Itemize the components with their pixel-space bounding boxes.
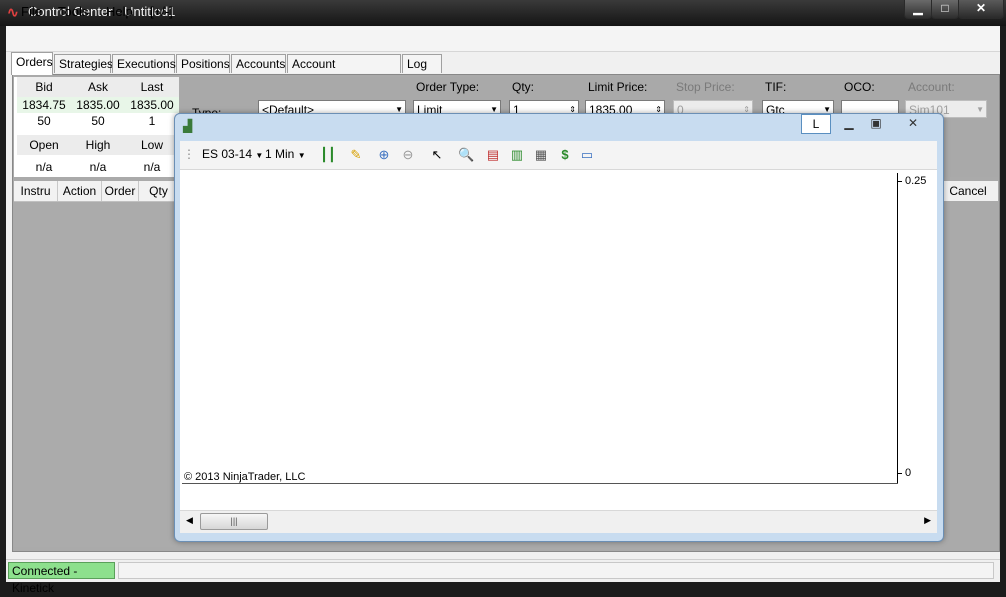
scroll-right-icon[interactable]: ▶: [924, 515, 931, 526]
bid-size: 50: [37, 114, 51, 128]
data-box-icon[interactable]: ▭: [579, 147, 595, 163]
menu-tools[interactable]: Tools: [58, 4, 88, 19]
copyright-text: © 2013 NinjaTrader, LLC: [184, 471, 306, 483]
close-icon: ✕: [975, 1, 987, 15]
tab-executions[interactable]: Executions: [112, 54, 176, 73]
ask-size: 50: [91, 114, 105, 128]
low-header: Low: [125, 135, 179, 155]
tif-label: TIF:: [765, 80, 787, 94]
close-icon: ✕: [907, 116, 919, 130]
oco-label: OCO:: [844, 80, 875, 94]
last-header: Last: [125, 77, 179, 97]
tab-log[interactable]: Log: [402, 54, 442, 73]
chevron-down-icon: ▼: [255, 151, 264, 160]
bid-header: Bid: [17, 77, 71, 97]
chart-plot-area[interactable]: [180, 170, 937, 510]
link-button[interactable]: L: [801, 114, 831, 134]
time-axis-line: [182, 483, 898, 484]
scroll-left-icon[interactable]: ◀: [186, 515, 193, 526]
limit-price-label: Limit Price:: [588, 80, 648, 94]
cursor-pointer-icon[interactable]: ↖: [429, 147, 445, 163]
status-bar-panel: [118, 562, 994, 579]
column-instrument[interactable]: Instru: [14, 181, 58, 201]
restore-icon: ▣: [870, 116, 882, 130]
bid-price: 1834.75: [17, 97, 71, 113]
pencil-draw-icon[interactable]: ✎: [348, 147, 364, 163]
menu-help[interactable]: Help: [106, 4, 133, 19]
zoom-in-icon[interactable]: ⊕: [376, 147, 392, 163]
low-value: n/a: [143, 160, 161, 174]
candlestick-icon[interactable]: ┃┃: [320, 147, 336, 163]
minimize-icon: ▁: [844, 116, 854, 130]
dollar-icon[interactable]: $: [557, 147, 573, 163]
close-button[interactable]: ✕: [958, 0, 1004, 19]
y-tick-label: 0: [905, 467, 912, 479]
y-tick-label: 0.25: [905, 175, 927, 187]
tab-orders[interactable]: Orders: [11, 52, 53, 75]
scrollbar-thumb[interactable]: |||: [200, 513, 268, 530]
menu-file[interactable]: File: [21, 4, 42, 19]
open-header: Open: [17, 135, 71, 155]
chevron-down-icon: ▼: [976, 105, 984, 114]
indicators-icon[interactable]: ▤: [485, 147, 501, 163]
order-grid-body: [14, 202, 178, 547]
tab-positions[interactable]: Positions: [176, 54, 230, 73]
magnifier-icon[interactable]: 🔍: [458, 147, 474, 163]
account-label: Account:: [908, 80, 955, 94]
menu-bar: [6, 27, 1000, 52]
ask-price: 1835.00: [71, 97, 125, 113]
column-qty[interactable]: Qty: [139, 181, 178, 201]
stop-price-label: Stop Price:: [676, 80, 735, 94]
ask-header: Ask: [71, 77, 125, 97]
column-action[interactable]: Action: [58, 181, 102, 201]
chart-properties-icon[interactable]: ▦: [533, 147, 549, 163]
high-value: n/a: [89, 160, 107, 174]
interval-selector[interactable]: 1 Min ▼: [265, 147, 306, 161]
order-type-label: Order Type:: [416, 80, 480, 94]
cancel-button[interactable]: Cancel: [938, 181, 998, 201]
instrument-selector[interactable]: ES 03-14 ▼: [202, 147, 263, 161]
qty-label: Qty:: [512, 80, 535, 94]
maximize-icon: □: [941, 1, 949, 15]
y-tick-mark: [897, 473, 902, 474]
connection-status: Connected - Kinetick: [8, 562, 115, 595]
tab-strategies[interactable]: Strategies: [54, 54, 113, 73]
instrument-label: ES 03-14: [202, 147, 253, 161]
last-size: 1: [148, 114, 156, 128]
menu-expand-collapse[interactable]: [+/-]: [150, 4, 173, 19]
high-header: High: [71, 135, 125, 155]
minimize-button[interactable]: ▁: [904, 0, 932, 19]
open-value: n/a: [35, 160, 53, 174]
toolbar-grip-icon: ⋮: [183, 147, 195, 161]
order-grid-header: Instru Action Order Qty: [14, 181, 178, 202]
zoom-out-icon[interactable]: ⊖: [400, 147, 416, 163]
strategies-icon[interactable]: ▥: [509, 147, 525, 163]
chevron-down-icon: ▼: [297, 151, 306, 160]
price-axis-line: [897, 173, 898, 483]
last-price: 1835.00: [125, 97, 179, 113]
interval-label: 1 Min: [265, 147, 295, 161]
chart-maximize-button[interactable]: ▣: [865, 115, 887, 131]
horizontal-scrollbar[interactable]: ◀ ▶: [180, 510, 937, 533]
chart-close-button[interactable]: ✕: [897, 115, 929, 131]
chart-window-icon: ▟: [183, 119, 193, 133]
chart-minimize-button[interactable]: ▁: [838, 115, 860, 131]
tab-accounts[interactable]: Accounts: [231, 54, 286, 73]
chart-toolbar: ⋮ ES 03-14 ▼ 1 Min ▼ ┃┃ ✎ ⊕ ⊖ ↖ 🔍 ▤ ▥ ▦ …: [180, 141, 937, 170]
tab-account-performance[interactable]: Account Performance: [287, 54, 401, 90]
column-order[interactable]: Order: [102, 181, 139, 201]
maximize-button[interactable]: □: [931, 0, 959, 19]
y-tick-mark: [897, 181, 902, 182]
minimize-icon: ▁: [913, 1, 923, 15]
quote-panel: Bid 1834.75 50 Open n/a Ask 1835.00 50 H…: [14, 77, 179, 177]
